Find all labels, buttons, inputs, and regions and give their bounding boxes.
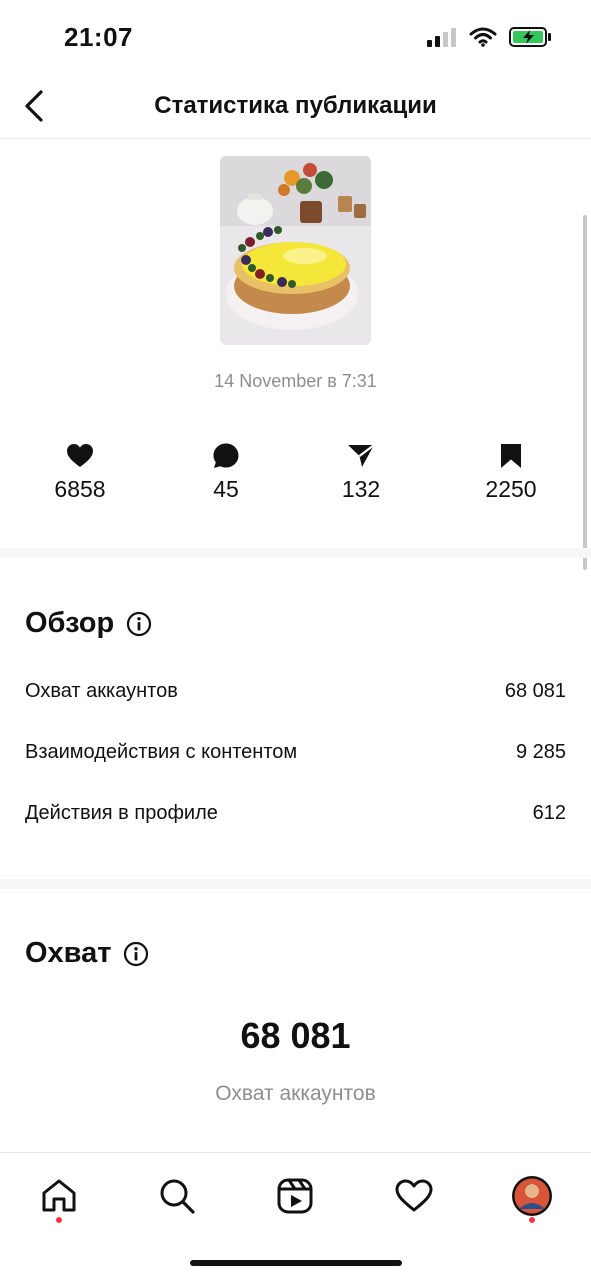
comments-count: 45	[213, 476, 239, 502]
row-value: 68 081	[504, 680, 566, 702]
tab-reels[interactable]	[270, 1171, 320, 1221]
row-label: Взаимодействия с контентом	[25, 741, 298, 763]
profile-badge-dot	[529, 1217, 535, 1223]
section-divider	[0, 879, 591, 889]
overview-row-interactions[interactable]: Взаимодействия с контентом 9 285	[25, 741, 566, 764]
saves-count: 2250	[485, 476, 537, 502]
reach-title: Охват	[25, 937, 112, 969]
search-icon	[160, 1179, 195, 1214]
likes-count: 6858	[54, 476, 106, 502]
cellular-signal-icon	[427, 28, 456, 47]
metric-likes: 6858	[20, 440, 140, 503]
battery-charging-icon	[509, 27, 551, 47]
profile-avatar	[512, 1176, 552, 1216]
reach-heading: Охват	[25, 937, 149, 970]
status-bar: 21:07	[0, 0, 591, 80]
info-icon[interactable]	[126, 611, 152, 637]
nav-bar: Статистика публикации	[0, 80, 591, 139]
wifi-icon	[469, 27, 497, 47]
reach-value: 68 081	[240, 1015, 351, 1056]
row-value: 9 285	[515, 741, 566, 763]
tab-search[interactable]	[152, 1171, 202, 1221]
tab-home[interactable]	[34, 1171, 84, 1221]
share-icon	[348, 444, 375, 467]
metric-comments: 45	[166, 440, 286, 503]
info-icon[interactable]	[123, 941, 149, 967]
row-label: Охват аккаунтов	[25, 680, 178, 702]
overview-row-profile-actions[interactable]: Действия в профиле 612	[25, 802, 566, 825]
post-thumbnail[interactable]	[220, 156, 371, 345]
section-divider	[0, 548, 591, 558]
bookmark-icon	[501, 444, 521, 468]
home-icon	[42, 1179, 76, 1212]
comment-icon	[213, 443, 239, 468]
heart-icon	[67, 444, 93, 467]
engagement-metrics: 6858 45 132 2250	[0, 440, 591, 510]
shares-count: 132	[341, 476, 381, 502]
tab-activity[interactable]	[389, 1171, 439, 1221]
row-label: Действия в профиле	[25, 802, 218, 824]
post-date: 14 November в 7:31	[214, 371, 377, 391]
home-indicator	[190, 1260, 402, 1266]
status-time: 21:07	[64, 22, 133, 52]
scrollbar[interactable]	[583, 215, 587, 570]
overview-title: Обзор	[25, 607, 115, 639]
activity-heart-icon	[395, 1179, 433, 1212]
overview-row-reach[interactable]: Охват аккаунтов 68 081	[25, 680, 566, 703]
metric-saves: 2250	[451, 440, 571, 503]
status-icons	[427, 26, 553, 48]
reach-label: Охват аккаунтов	[215, 1082, 376, 1105]
home-badge-dot	[56, 1217, 62, 1223]
post-image	[220, 156, 371, 345]
tab-profile[interactable]	[507, 1171, 557, 1221]
reels-icon	[277, 1178, 313, 1214]
page-title: Статистика публикации	[154, 92, 437, 119]
metric-shares: 132	[301, 440, 421, 503]
row-value: 612	[532, 802, 566, 824]
overview-heading: Обзор	[25, 607, 152, 640]
